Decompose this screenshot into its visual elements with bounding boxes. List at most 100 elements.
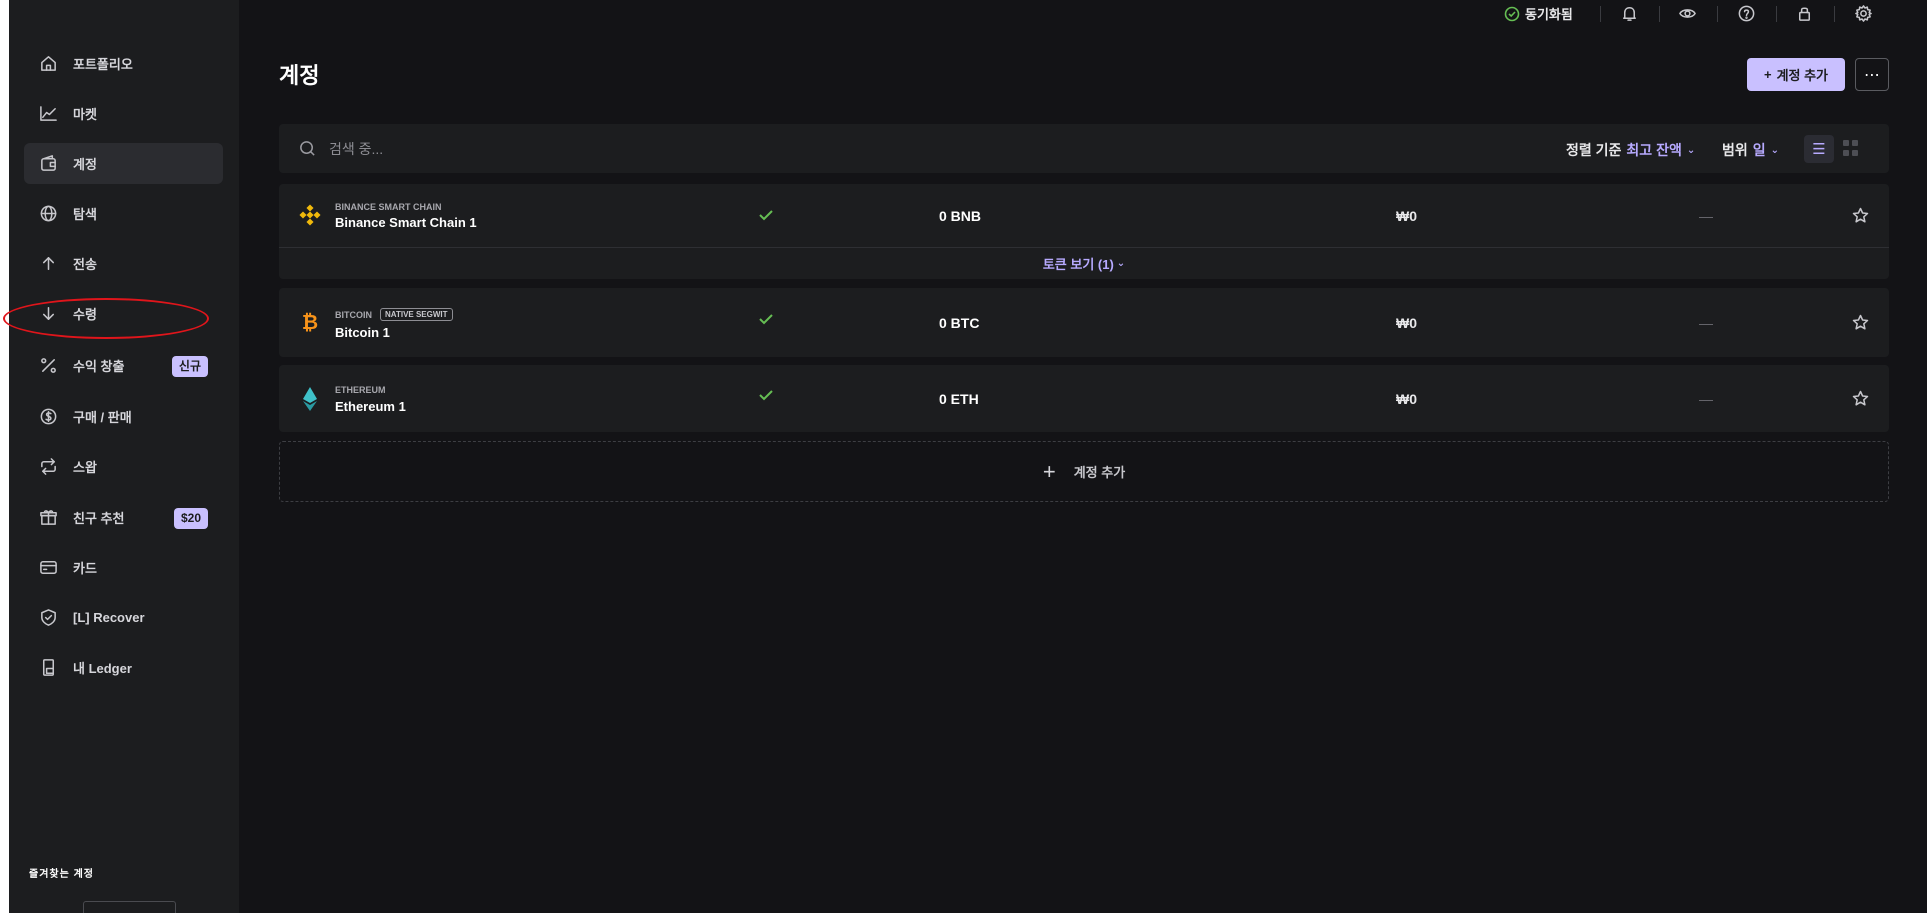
add-account-row[interactable]: + 계정 추가 xyxy=(279,441,1889,502)
bell-icon[interactable] xyxy=(1620,4,1639,23)
show-tokens-label: 토큰 보기 (1) xyxy=(1042,256,1114,272)
page-title: 계정 xyxy=(279,63,320,88)
sidebar-item-card[interactable]: 카드 xyxy=(24,547,223,588)
more-options-button[interactable]: ⋯ xyxy=(1855,58,1889,91)
account-row-bnb[interactable]: BINANCE SMART CHAIN Binance Smart Chain … xyxy=(279,184,1889,279)
account-fiat-value: ₩0 xyxy=(1396,315,1417,331)
svg-text:₿: ₿ xyxy=(302,312,318,333)
sort-value: 최고 잔액 xyxy=(1626,142,1682,158)
card-icon xyxy=(39,558,58,577)
chevron-down-icon: ⌄ xyxy=(1686,144,1696,156)
favorites-drop-zone[interactable] xyxy=(83,901,176,913)
plus-icon: + xyxy=(1763,67,1772,82)
sidebar-item-recover[interactable]: [L] Recover xyxy=(24,597,223,638)
account-change: — xyxy=(1699,208,1713,224)
window-edge xyxy=(0,0,9,913)
account-name: Bitcoin 1 xyxy=(335,325,390,340)
account-fiat-value: ₩0 xyxy=(1396,391,1417,407)
divider xyxy=(1600,6,1601,22)
sidebar-item-my-ledger[interactable]: 내 Ledger xyxy=(24,647,223,688)
account-network: BITCOIN NATIVE SEGWIT xyxy=(335,308,453,321)
sidebar-item-earn[interactable]: 수익 창출 신규 xyxy=(24,345,223,386)
reward-badge: $20 xyxy=(173,508,208,529)
sidebar-item-label: 계정 xyxy=(73,157,97,172)
sidebar-item-label: 포트폴리오 xyxy=(73,57,133,72)
sidebar-item-label: 내 Ledger xyxy=(73,661,132,676)
range-label: 범위 xyxy=(1722,142,1748,158)
new-badge: 신규 xyxy=(171,356,208,377)
account-row-eth[interactable]: ETHEREUM Ethereum 1 0 ETH ₩0 — xyxy=(279,365,1889,432)
help-icon[interactable] xyxy=(1737,4,1756,23)
chevron-down-icon: ⌄ xyxy=(1770,144,1780,156)
search-input[interactable] xyxy=(329,124,1029,173)
account-fiat-value: ₩0 xyxy=(1396,208,1417,224)
account-row-btc[interactable]: ₿ BITCOIN NATIVE SEGWIT Bitcoin 1 0 BTC … xyxy=(279,288,1889,357)
ethereum-coin-icon xyxy=(299,386,321,412)
star-icon[interactable] xyxy=(1852,207,1869,224)
account-balance: 0 ETH xyxy=(939,391,979,407)
divider xyxy=(1776,6,1777,22)
gift-icon xyxy=(39,508,58,527)
chart-line-icon xyxy=(39,104,58,123)
account-name: Ethereum 1 xyxy=(335,399,406,414)
sidebar-item-send[interactable]: 전송 xyxy=(24,243,223,284)
device-icon xyxy=(39,658,58,677)
sync-label: 동기화됨 xyxy=(1525,7,1573,22)
search-icon xyxy=(298,139,317,158)
account-change: — xyxy=(1699,315,1713,331)
lock-icon[interactable] xyxy=(1795,4,1814,23)
sidebar-item-label: 탐색 xyxy=(73,207,97,222)
account-network: ETHEREUM xyxy=(335,385,386,395)
synced-check-icon xyxy=(757,386,775,404)
sidebar-item-label: 친구 추천 xyxy=(73,511,125,526)
sidebar-item-portfolio[interactable]: 포트폴리오 xyxy=(24,43,223,84)
synced-check-icon xyxy=(757,310,775,328)
divider xyxy=(1659,6,1660,22)
settings-icon[interactable] xyxy=(1854,4,1873,23)
sidebar-item-discover[interactable]: 탐색 xyxy=(24,193,223,234)
sidebar-item-label: 카드 xyxy=(73,561,97,576)
grid-view-button[interactable] xyxy=(1843,140,1859,156)
coin-icon xyxy=(39,407,58,426)
sidebar-item-swap[interactable]: 스왑 xyxy=(24,446,223,487)
account-network: BINANCE SMART CHAIN xyxy=(335,202,442,212)
sidebar: 포트폴리오 마켓 계정 탐색 전송 수령 수익 창출 신규 구매 / 판매 스왑… xyxy=(9,0,239,913)
address-type-tag: NATIVE SEGWIT xyxy=(380,308,453,321)
divider xyxy=(1717,6,1718,22)
arrow-up-icon xyxy=(39,254,58,273)
list-view-button[interactable]: ☰ xyxy=(1804,135,1834,163)
sync-status[interactable]: 동기화됨 xyxy=(1504,4,1573,23)
shield-icon xyxy=(39,608,58,627)
percent-icon xyxy=(39,356,58,375)
grid-icon xyxy=(1843,140,1849,146)
sidebar-item-label: 스왑 xyxy=(73,460,97,475)
add-account-button[interactable]: + 계정 추가 xyxy=(1747,58,1845,91)
account-balance: 0 BNB xyxy=(939,208,982,224)
account-balance: 0 BTC xyxy=(939,315,980,331)
bnb-coin-icon xyxy=(299,204,321,226)
sidebar-item-label: 구매 / 판매 xyxy=(73,410,132,425)
globe-icon xyxy=(39,204,58,223)
divider xyxy=(1834,6,1835,22)
range-value: 일 xyxy=(1752,142,1766,158)
star-icon[interactable] xyxy=(1852,314,1869,331)
sidebar-item-buy-sell[interactable]: 구매 / 판매 xyxy=(24,396,223,437)
home-icon xyxy=(39,54,58,73)
sidebar-item-accounts[interactable]: 계정 xyxy=(24,143,223,184)
sidebar-item-market[interactable]: 마켓 xyxy=(24,93,223,134)
account-change: — xyxy=(1699,391,1713,407)
show-tokens-toggle[interactable]: 토큰 보기 (1) ⌄ xyxy=(279,247,1889,278)
check-circle-icon xyxy=(1504,6,1520,21)
wallet-icon xyxy=(39,154,58,173)
list-icon: ☰ xyxy=(1812,141,1826,158)
add-account-row-label: 계정 추가 xyxy=(1073,465,1126,480)
synced-check-icon xyxy=(757,206,775,224)
sidebar-item-refer[interactable]: 친구 추천 $20 xyxy=(24,497,223,538)
star-icon[interactable] xyxy=(1852,390,1869,407)
eye-icon[interactable] xyxy=(1678,4,1697,23)
range-dropdown[interactable]: 범위 일 ⌄ xyxy=(1722,140,1779,160)
sidebar-item-label: 수익 창출 xyxy=(73,359,125,374)
sidebar-item-label: [L] Recover xyxy=(73,610,145,625)
sort-dropdown[interactable]: 정렬 기준 최고 잔액 ⌄ xyxy=(1566,140,1695,160)
bitcoin-coin-icon: ₿ xyxy=(299,311,321,334)
